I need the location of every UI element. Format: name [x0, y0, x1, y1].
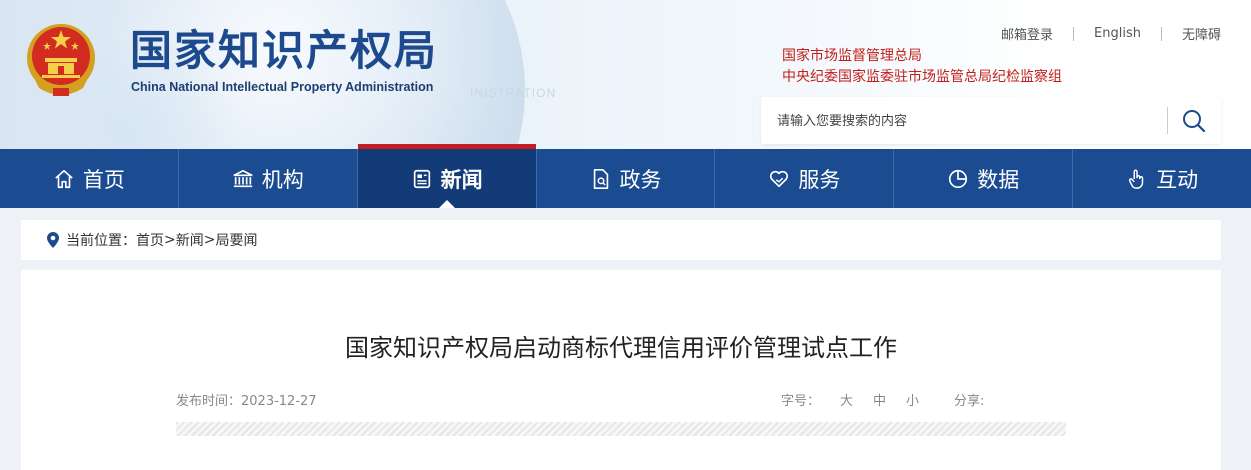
related-orgs: 国家市场监督管理总局 中央纪委国家监委驻市场监管总局纪检监察组: [782, 46, 1062, 88]
home-icon: [55, 169, 73, 188]
breadcrumb-separator: >: [164, 232, 176, 248]
nav-item-news[interactable]: 新闻: [356, 144, 536, 208]
header-banner: 国家知识产权局 China National Intellectual Prop…: [0, 0, 1251, 149]
breadcrumb-link-bureau-news[interactable]: 局要闻: [215, 230, 257, 250]
nav-item-interaction[interactable]: 互动: [1072, 149, 1251, 208]
nav-item-label: 政务: [619, 167, 662, 192]
nav-item-home[interactable]: 首页: [0, 149, 178, 208]
nav-item-institution[interactable]: 机构: [177, 149, 357, 208]
accessibility-link[interactable]: 无障碍: [1162, 24, 1221, 43]
location-pin-icon: [47, 232, 59, 248]
breadcrumb-prefix: 当前位置：: [66, 233, 136, 249]
national-emblem-icon: [27, 24, 95, 96]
breadcrumb-link-home[interactable]: 首页: [136, 230, 164, 250]
search-icon: [1183, 110, 1206, 133]
breadcrumb-separator: >: [203, 232, 216, 248]
nav-item-label: 服务: [798, 167, 841, 192]
nav-item-label: 互动: [1156, 167, 1199, 192]
document-icon: [593, 168, 608, 189]
top-links: 邮箱登录 English 无障碍: [981, 24, 1221, 43]
mail-login-link[interactable]: 邮箱登录: [981, 24, 1073, 43]
article-panel: 国家知识产权局启动商标代理信用评价管理试点工作 发布时间：2023-12-27 …: [21, 270, 1221, 470]
pie-chart-icon: [949, 169, 968, 188]
related-org-link[interactable]: 中央纪委国家监委驻市场监管总局纪检监察组: [782, 67, 1062, 88]
nav-item-services[interactable]: 服务: [714, 149, 893, 208]
nav-item-label: 首页: [82, 167, 125, 192]
search-input[interactable]: [775, 97, 1159, 146]
share-label: 分享:: [954, 394, 985, 409]
nav-item-label: 新闻: [440, 167, 483, 192]
site-logo-title[interactable]: 国家知识产权局: [130, 26, 438, 76]
search-box: [761, 97, 1221, 146]
banner-watermark-text: INISTRATION: [470, 86, 557, 100]
publish-time: 发布时间：2023-12-27: [176, 394, 317, 409]
nav-item-label: 数据: [977, 167, 1020, 192]
site-logo-subtitle: China National Intellectual Property Adm…: [131, 80, 434, 94]
nav-item-data[interactable]: 数据: [893, 149, 1072, 208]
heart-hand-icon: [770, 170, 789, 187]
english-link[interactable]: English: [1074, 26, 1161, 41]
font-size-controls: 字号： 大 中 小: [781, 390, 919, 409]
related-org-link[interactable]: 国家市场监督管理总局: [782, 46, 1062, 67]
news-icon: [413, 169, 430, 188]
font-size-small-button[interactable]: 小: [906, 390, 919, 409]
font-size-medium-button[interactable]: 中: [873, 390, 886, 409]
institution-icon: [233, 169, 253, 187]
hand-pointer-icon: [1129, 169, 1144, 189]
breadcrumb-link-news[interactable]: 新闻: [176, 230, 204, 250]
font-size-label: 字号：: [781, 394, 821, 409]
article-title: 国家知识产权局启动商标代理信用评价管理试点工作: [345, 334, 897, 362]
search-divider: [1167, 107, 1168, 134]
main-nav: 首页 机构 新闻 政务 服务 数据 互动: [0, 144, 1251, 208]
nav-item-government-affairs[interactable]: 政务: [535, 149, 715, 208]
font-size-large-button[interactable]: 大: [840, 390, 853, 409]
divider-stripe: [176, 422, 1066, 436]
breadcrumb: 当前位置： 首页 > 新闻 > 局要闻: [21, 220, 1221, 260]
search-button[interactable]: [1179, 107, 1209, 135]
nav-item-label: 机构: [261, 167, 304, 192]
